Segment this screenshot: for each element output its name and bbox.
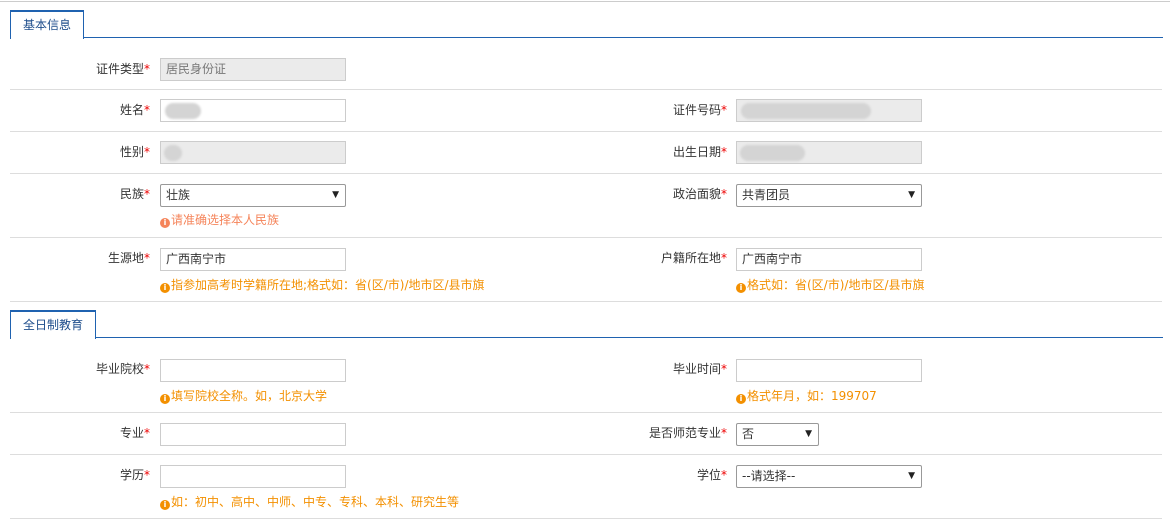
divider: [10, 237, 1162, 238]
normal-major-select[interactable]: 否 ▼: [736, 423, 819, 446]
major-label: 专业*: [119, 426, 150, 440]
major-input[interactable]: [160, 423, 346, 446]
divider: [10, 412, 1162, 413]
ethnicity-hint: i 请准确选择本人民族: [160, 212, 279, 228]
info-icon: i: [160, 218, 170, 228]
household-hint: i 格式如：省(区/市)/地市区/县市旗: [736, 277, 925, 293]
id-type-field: 居民身份证: [160, 58, 346, 81]
origin-hint: i 指参加高考时学籍所在地;格式如：省(区/市)/地市区/县市旗: [160, 277, 485, 293]
top-border: [0, 1, 1170, 2]
id-number-label: 证件号码*: [672, 103, 727, 117]
political-select[interactable]: 共青团员 ▼: [736, 184, 922, 207]
grad-time-hint: i 格式年月，如：199707: [736, 388, 877, 404]
household-input[interactable]: 广西南宁市: [736, 248, 922, 271]
grad-time-input[interactable]: [736, 359, 922, 382]
id-number-field: [736, 99, 922, 122]
divider: [10, 454, 1162, 455]
tab-basic-info[interactable]: 基本信息: [10, 10, 85, 39]
education-input[interactable]: [160, 465, 346, 488]
origin-label: 生源地*: [107, 251, 150, 265]
info-icon: i: [736, 394, 746, 404]
ethnicity-select[interactable]: 壮族 ▼: [160, 184, 346, 207]
gender-field: [160, 141, 346, 164]
birth-date-label: 出生日期*: [672, 145, 727, 159]
degree-label: 学位*: [696, 468, 727, 482]
name-label: 姓名*: [119, 103, 150, 117]
birth-date-field: [736, 141, 922, 164]
tab-fulltime-education[interactable]: 全日制教育: [10, 310, 97, 339]
info-icon: i: [160, 394, 170, 404]
id-type-label: 证件类型*: [95, 62, 150, 76]
section-tabbar-basic: 基本信息: [10, 10, 1163, 39]
dropdown-arrow-icon: ▼: [805, 429, 812, 439]
divider: [10, 518, 1162, 519]
divider: [10, 131, 1162, 132]
political-label: 政治面貌*: [672, 187, 727, 201]
school-hint: i 填写院校全称。如，北京大学: [160, 388, 327, 404]
redacted-value: [741, 103, 871, 119]
info-icon: i: [160, 283, 170, 293]
school-input[interactable]: [160, 359, 346, 382]
info-icon: i: [736, 283, 746, 293]
dropdown-arrow-icon: ▼: [332, 190, 339, 200]
redacted-value: [164, 145, 182, 161]
divider: [10, 173, 1162, 174]
gender-label: 性别*: [119, 145, 150, 159]
school-label: 毕业院校*: [95, 362, 150, 376]
origin-input[interactable]: 广西南宁市: [160, 248, 346, 271]
info-icon: i: [160, 500, 170, 510]
name-input[interactable]: [160, 99, 346, 122]
section-tabbar-education: 全日制教育: [10, 310, 1163, 339]
redacted-value: [740, 145, 805, 161]
divider: [10, 89, 1162, 90]
household-label: 户籍所在地*: [660, 251, 727, 265]
dropdown-arrow-icon: ▼: [908, 190, 915, 200]
normal-major-label: 是否师范专业*: [648, 426, 727, 440]
redacted-value: [165, 103, 201, 119]
ethnicity-label: 民族*: [119, 187, 150, 201]
divider: [10, 301, 1162, 302]
grad-time-label: 毕业时间*: [672, 362, 727, 376]
education-label: 学历*: [119, 468, 150, 482]
education-hint: i 如：初中、高中、中师、中专、专科、本科、研究生等: [160, 494, 459, 510]
degree-select[interactable]: --请选择-- ▼: [736, 465, 922, 488]
dropdown-arrow-icon: ▼: [908, 471, 915, 481]
